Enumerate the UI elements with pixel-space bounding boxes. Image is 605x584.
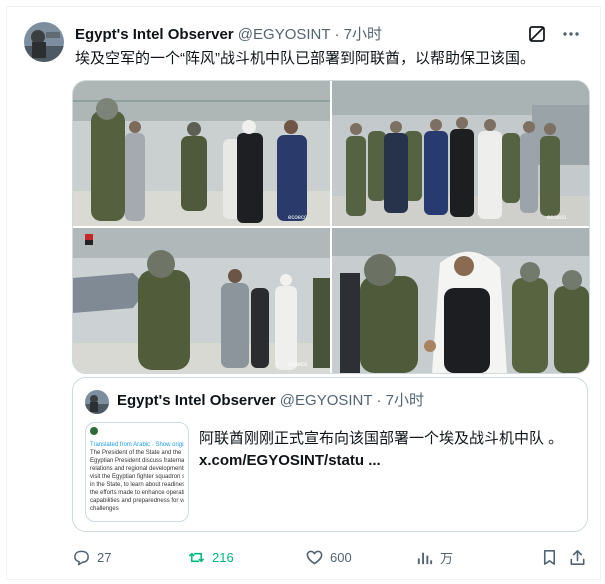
repost-count: 216 [212,549,234,565]
quoted-handle[interactable]: @EGYOSINT [280,392,372,409]
separator: · [334,26,340,43]
watermark: ecoeco [288,362,308,368]
quoted-text: 阿联酋刚刚正式宣布向该国部署一个埃及战斗机中队 。 x.com/EGYOSINT… [199,428,563,472]
tweet-text: 埃及空军的一个“阵风”战斗机中队已部署到阿联酋，以帮助保卫该国。 [75,50,535,67]
thumbnail-logo [90,427,98,435]
watermark: ecoeco [547,215,567,221]
views-button[interactable]: 万 [415,546,453,568]
views-icon [417,552,433,564]
header-icons [527,24,581,44]
bookmark-button[interactable] [540,546,559,568]
action-bar: 27 216 600 万 [72,546,588,568]
quoted-tweet[interactable]: Egypt's Intel Observer @EGYOSINT · 7小时 T… [72,377,588,532]
heart-icon [306,550,323,564]
media-grid: ecoeco ecoeco ecoeco [72,80,590,374]
photo-squadron-group[interactable]: ecoeco [332,81,589,226]
reply-icon [74,550,89,565]
avatar[interactable] [24,22,64,62]
more-icon[interactable] [561,24,581,44]
repost-icon [189,552,204,562]
quoted-separator: · [376,392,382,409]
photo-group-inspection[interactable]: ecoeco [73,81,330,226]
quoted-display-name[interactable]: Egypt's Intel Observer [117,392,276,409]
watermark: ecoeco [288,215,308,221]
display-name[interactable]: Egypt's Intel Observer [75,26,234,43]
quoted-avatar[interactable] [85,390,109,414]
reply-button[interactable]: 27 [72,546,111,568]
photo-pilots-lineup[interactable]: ecoeco [73,228,330,373]
reply-count: 27 [97,549,112,565]
quoted-header: Egypt's Intel Observer @EGYOSINT · 7小时 [117,392,424,410]
handle[interactable]: @EGYOSINT [238,26,330,43]
share-icon [570,549,585,565]
grok-icon[interactable] [527,24,547,44]
quoted-timestamp[interactable]: 7小时 [386,392,424,409]
photo-handshake[interactable] [332,228,589,373]
timestamp[interactable]: 7小时 [344,26,382,43]
quoted-link[interactable]: x.com/EGYOSINT/statu ... [199,450,563,472]
like-button[interactable]: 600 [305,546,352,568]
thumbnail-text: Translated from Arabic · Show original T… [90,442,184,512]
quoted-body: 阿联酋刚刚正式宣布向该国部署一个埃及战斗机中队 。 [199,430,564,447]
share-button[interactable] [568,546,587,568]
quoted-thumbnail[interactable]: Translated from Arabic · Show original T… [85,422,189,522]
views-count: 万 [440,550,454,566]
like-count: 600 [330,549,352,565]
bookmark-icon [543,549,556,565]
repost-button[interactable]: 216 [187,546,234,568]
tweet-header: Egypt's Intel Observer @EGYOSINT · 7小时 [75,26,382,44]
